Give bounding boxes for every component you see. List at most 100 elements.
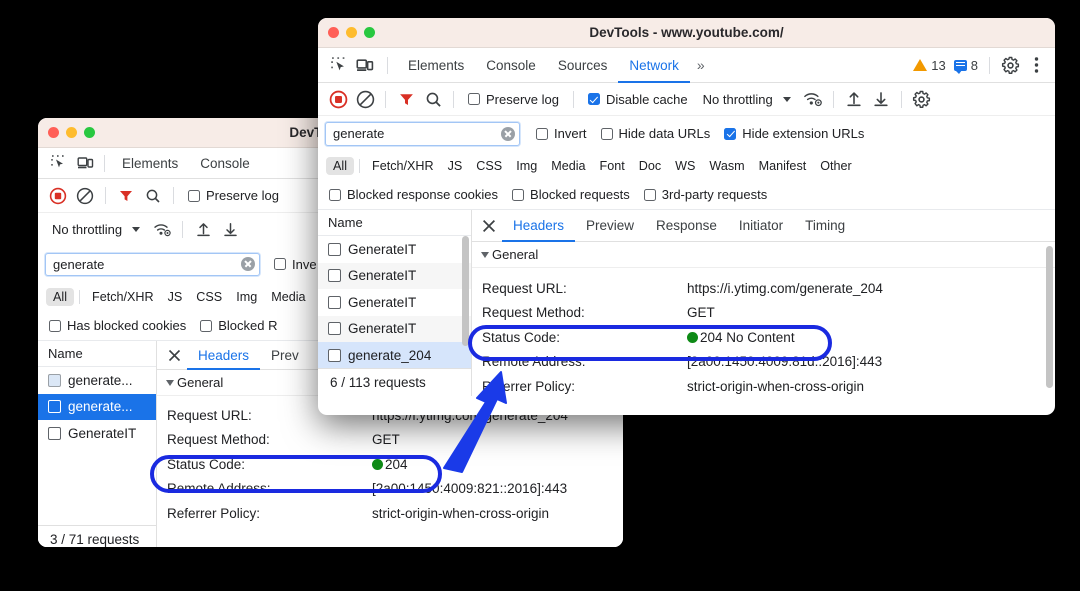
front-blocked-response-cookies-checkbox[interactable]: Blocked response cookies — [325, 187, 505, 202]
checkbox-box[interactable] — [600, 127, 613, 140]
front-disable-cache-checkbox[interactable]: Disable cache — [581, 92, 695, 107]
front-third-party-requests-checkbox[interactable]: 3rd-party requests — [637, 187, 775, 202]
rear-tab-console[interactable]: Console — [189, 148, 261, 179]
front-chip-font[interactable]: Font — [593, 157, 632, 175]
front-dtab-response[interactable]: Response — [645, 210, 728, 242]
rear-dtab-preview[interactable]: Prev — [260, 341, 310, 370]
network-conditions-icon[interactable] — [149, 217, 175, 241]
front-dtab-timing[interactable]: Timing — [794, 210, 856, 242]
rear-has-blocked-cookies-checkbox[interactable]: Has blocked cookies — [45, 318, 193, 333]
list-item[interactable]: GenerateIT — [318, 315, 471, 342]
front-chip-wasm[interactable]: Wasm — [702, 157, 751, 175]
rear-filter-text[interactable] — [53, 256, 241, 272]
filter-funnel-icon[interactable] — [393, 87, 419, 111]
front-chip-media[interactable]: Media — [544, 157, 592, 175]
checkbox-box[interactable] — [468, 93, 480, 105]
list-item[interactable]: GenerateIT — [318, 262, 471, 289]
network-settings-gear-icon[interactable] — [909, 87, 935, 111]
message-badge[interactable]: 8 — [950, 58, 982, 74]
checkbox-box[interactable] — [643, 188, 656, 201]
front-chip-doc[interactable]: Doc — [632, 157, 668, 175]
checkbox-box[interactable] — [724, 127, 737, 140]
front-chip-css[interactable]: CSS — [469, 157, 509, 175]
list-item[interactable]: generate... — [38, 393, 156, 420]
front-hide-data-urls-checkbox[interactable]: Hide data URLs — [594, 126, 718, 141]
rear-blocked-requests-checkbox[interactable]: Blocked R — [193, 318, 284, 333]
clear-input-icon[interactable] — [241, 257, 255, 271]
front-blocked-row[interactable]: Blocked response cookies Blocked request… — [318, 180, 1055, 210]
front-tab-elements[interactable]: Elements — [397, 48, 475, 83]
front-chip-js[interactable]: JS — [441, 157, 470, 175]
record-stop-icon[interactable] — [45, 184, 71, 208]
chevron-double-right-icon[interactable]: » — [690, 57, 712, 73]
import-har-icon[interactable] — [841, 87, 867, 111]
front-dtab-preview[interactable]: Preview — [575, 210, 645, 242]
front-filter-text[interactable] — [333, 126, 501, 141]
rear-dtab-headers[interactable]: Headers — [187, 341, 260, 370]
checkbox-box[interactable] — [274, 258, 286, 270]
front-general-section-header[interactable]: General — [472, 242, 1055, 268]
front-details-tabs[interactable]: Headers Preview Response Initiator Timin… — [472, 210, 1055, 242]
rear-chip-media[interactable]: Media — [264, 288, 312, 306]
import-har-icon[interactable] — [190, 217, 216, 241]
inspect-element-icon[interactable] — [326, 53, 352, 77]
list-item[interactable]: GenerateIT — [318, 289, 471, 316]
list-item[interactable]: GenerateIT — [38, 420, 156, 447]
checkbox-box[interactable] — [587, 93, 600, 105]
front-chip-all[interactable]: All — [326, 156, 354, 175]
front-chip-fetchxhr[interactable]: Fetch/XHR — [365, 157, 441, 175]
front-chip-manifest[interactable]: Manifest — [752, 157, 814, 175]
rear-tab-elements[interactable]: Elements — [111, 148, 189, 179]
rear-filter-input[interactable] — [45, 252, 260, 276]
gear-icon[interactable] — [997, 53, 1023, 77]
front-type-filters[interactable]: All Fetch/XHR JS CSS Img Media Font Doc … — [318, 151, 1055, 180]
search-icon[interactable] — [140, 184, 166, 208]
front-devtools-window[interactable]: DevTools - www.youtube.com/ Elements Con… — [318, 18, 1055, 415]
front-request-list[interactable]: Name GenerateIT GenerateIT GenerateIT Ge… — [318, 210, 472, 396]
front-invert-checkbox[interactable]: Invert — [520, 126, 594, 141]
checkbox-box[interactable] — [512, 188, 525, 201]
checkbox-box[interactable] — [200, 319, 213, 332]
search-icon[interactable] — [420, 87, 446, 111]
front-blocked-requests-checkbox[interactable]: Blocked requests — [505, 187, 637, 202]
front-chip-img[interactable]: Img — [509, 157, 544, 175]
rear-name-column-header[interactable]: Name — [38, 341, 156, 367]
rear-chip-css[interactable]: CSS — [189, 288, 229, 306]
device-toolbar-icon[interactable] — [72, 151, 98, 175]
close-icon[interactable] — [476, 213, 502, 239]
front-network-toolbar[interactable]: Preserve log Disable cache No throttling — [318, 83, 1055, 116]
front-details-pane[interactable]: Headers Preview Response Initiator Timin… — [472, 210, 1055, 396]
front-chip-ws[interactable]: WS — [668, 157, 702, 175]
clear-input-icon[interactable] — [501, 126, 515, 141]
front-tab-network[interactable]: Network — [618, 48, 690, 83]
kebab-menu-icon[interactable] — [1023, 53, 1049, 77]
front-dtab-headers[interactable]: Headers — [502, 210, 575, 242]
chevron-down-icon[interactable] — [782, 96, 791, 102]
device-toolbar-icon[interactable] — [352, 53, 378, 77]
front-dtab-initiator[interactable]: Initiator — [728, 210, 794, 242]
rear-chip-img[interactable]: Img — [229, 288, 264, 306]
rear-chip-js[interactable]: JS — [161, 288, 190, 306]
front-filter-input[interactable] — [325, 121, 520, 146]
checkbox-box[interactable] — [188, 189, 200, 202]
front-filter-row[interactable]: Invert Hide data URLs Hide extension URL… — [318, 116, 1055, 151]
front-request-rows[interactable]: GenerateIT GenerateIT GenerateIT Generat… — [318, 236, 471, 368]
front-throttling-value[interactable]: No throttling — [696, 92, 776, 107]
rear-preserve-log-checkbox[interactable]: Preserve log — [181, 188, 286, 203]
front-panel-tabbar[interactable]: Elements Console Sources Network » 13 8 — [318, 48, 1055, 83]
details-scrollbar[interactable] — [1046, 246, 1053, 388]
front-chip-other[interactable]: Other — [813, 157, 859, 175]
checkbox-box[interactable] — [329, 188, 341, 201]
close-icon[interactable] — [161, 342, 187, 368]
record-stop-icon[interactable] — [325, 87, 351, 111]
rear-invert-checkbox[interactable]: Inve — [260, 257, 324, 272]
rear-request-list[interactable]: Name generate... generate... GenerateIT — [38, 341, 157, 547]
warning-badge[interactable]: 13 — [909, 58, 949, 73]
request-list-scrollbar[interactable] — [462, 236, 469, 346]
front-hide-extension-urls-checkbox[interactable]: Hide extension URLs — [717, 126, 871, 141]
front-tab-console[interactable]: Console — [475, 48, 547, 83]
chevron-down-icon[interactable] — [132, 226, 141, 232]
rear-request-rows[interactable]: generate... generate... GenerateIT — [38, 367, 156, 525]
rear-chip-all[interactable]: All — [46, 287, 74, 306]
clear-icon[interactable] — [352, 87, 378, 111]
